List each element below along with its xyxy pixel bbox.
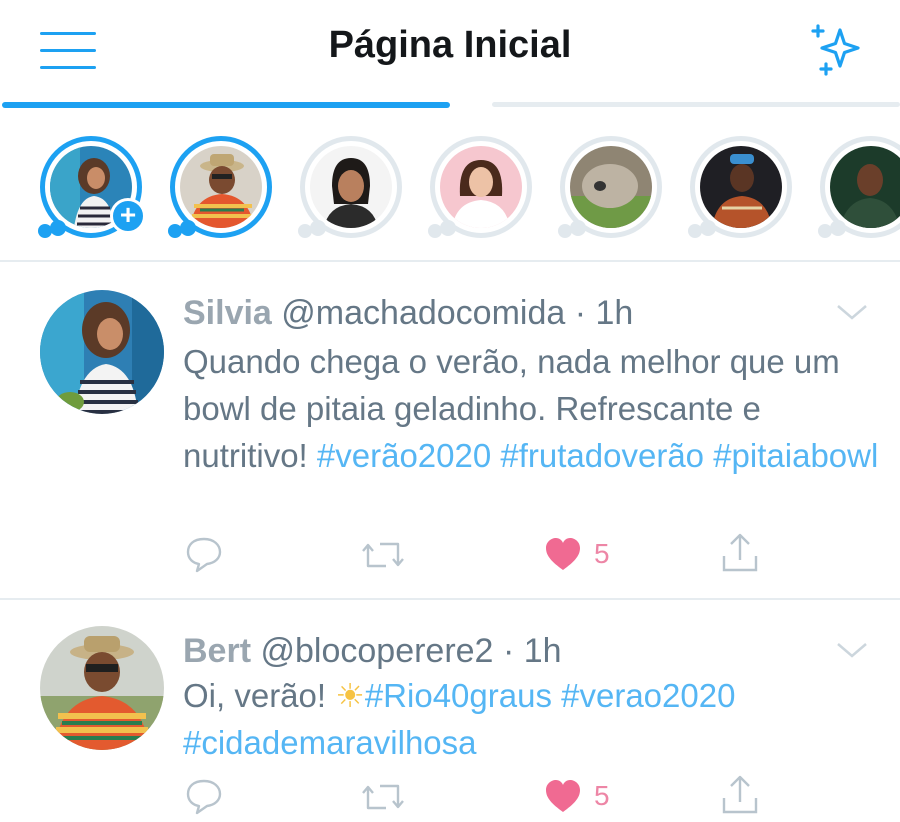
hashtag-link[interactable]: #cidademaravilhosa <box>183 724 477 761</box>
sparkle-icon[interactable] <box>806 20 868 82</box>
tab-home-indicator[interactable] <box>2 102 450 108</box>
hashtag-link[interactable]: #frutadoverão <box>500 437 704 474</box>
avatar[interactable] <box>40 290 164 414</box>
timestamp: · 1h <box>574 294 634 332</box>
avatar <box>570 146 652 228</box>
reply-icon[interactable] <box>184 776 224 821</box>
sun-emoji-icon: ☀ <box>335 677 365 714</box>
story-4[interactable] <box>428 136 534 240</box>
tweet-actions: 5 <box>0 530 900 580</box>
tweet-text: Oi, verão! ☀#Rio40graus #verao2020 #cida… <box>183 672 883 766</box>
author-name[interactable]: Bert <box>183 632 251 670</box>
tweet-text: Quando chega o verão, nada melhor que um… <box>183 338 883 479</box>
story-6[interactable] <box>688 136 794 240</box>
page-title: Página Inicial <box>328 24 572 66</box>
chevron-down-icon[interactable] <box>834 300 870 324</box>
like-count: 5 <box>594 538 610 569</box>
story-3[interactable] <box>298 136 404 240</box>
story-7[interactable] <box>818 136 900 240</box>
hashtag-link[interactable]: #verao2020 <box>561 677 735 714</box>
like-count: 5 <box>594 780 610 811</box>
avatar <box>180 146 262 228</box>
top-bar: Página Inicial <box>0 0 900 110</box>
author-handle[interactable]: @machadocomida <box>281 294 565 332</box>
add-story-icon[interactable]: + <box>110 198 146 234</box>
tweet-header: Bert @blocoperere2 · 1h <box>183 632 562 671</box>
story-silvia[interactable]: + <box>38 136 146 240</box>
chevron-down-icon[interactable] <box>834 638 870 662</box>
tab-secondary-indicator[interactable] <box>492 102 900 107</box>
tweet-2[interactable]: Bert @blocoperere2 · 1h Oi, verão! ☀#Rio… <box>0 600 900 815</box>
reply-icon[interactable] <box>184 534 224 579</box>
story-bert[interactable] <box>168 136 274 240</box>
tweet-actions: 5 <box>0 772 900 822</box>
author-name[interactable]: Silvia <box>183 294 272 332</box>
story-5[interactable] <box>558 136 664 240</box>
avatar <box>310 146 392 228</box>
share-icon[interactable] <box>720 774 760 821</box>
avatar <box>440 146 522 228</box>
timestamp: · 1h <box>502 632 562 670</box>
like-heart-icon[interactable] <box>544 536 582 577</box>
tweet-text-content: Oi, verão! <box>183 677 327 714</box>
author-handle[interactable]: @blocoperere2 <box>260 632 493 670</box>
avatar[interactable] <box>40 626 164 750</box>
like-heart-icon[interactable] <box>544 778 582 819</box>
stories-row: + <box>0 130 900 245</box>
hashtag-link[interactable]: #pitaiabowl <box>713 437 878 474</box>
avatar <box>700 146 782 228</box>
share-icon[interactable] <box>720 532 760 579</box>
retweet-icon[interactable] <box>360 538 406 577</box>
tweet-header: Silvia @machadocomida · 1h <box>183 294 633 333</box>
tweet-1[interactable]: Silvia @machadocomida · 1h Quando chega … <box>0 262 900 598</box>
retweet-icon[interactable] <box>360 780 406 819</box>
hashtag-link[interactable]: #Rio40graus <box>365 677 552 714</box>
hashtag-link[interactable]: #verão2020 <box>317 437 491 474</box>
